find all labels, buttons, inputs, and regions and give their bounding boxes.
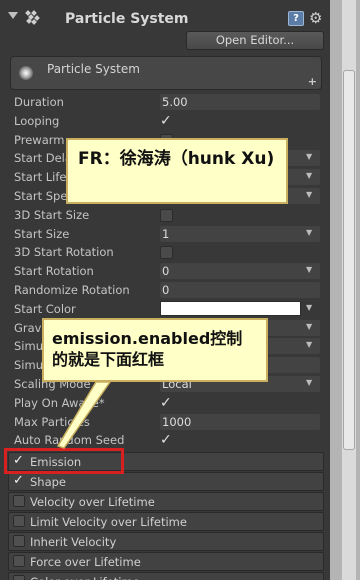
property-value: 0 xyxy=(162,264,170,279)
property-checkbox[interactable] xyxy=(160,208,173,222)
module-checkbox[interactable] xyxy=(13,494,25,507)
help-icon[interactable]: ? xyxy=(288,11,304,26)
property-value: 0 xyxy=(162,282,170,297)
property-label: Looping xyxy=(14,113,60,128)
property-checkbox[interactable]: ✓ xyxy=(160,396,173,410)
property-label: Randomize Rotation xyxy=(14,282,130,297)
property-value: 5.00 xyxy=(162,95,188,109)
property-row: 3D Start Size xyxy=(0,206,330,225)
dropdown-arrow-icon[interactable]: ▼ xyxy=(306,378,312,387)
module-label: Velocity over Lifetime xyxy=(30,494,155,509)
property-label: Start Size xyxy=(14,226,70,241)
dropdown-arrow-icon[interactable]: ▼ xyxy=(306,152,312,161)
property-checkbox[interactable]: ✓ xyxy=(160,114,173,128)
module-label: Force over Lifetime xyxy=(30,554,141,569)
module-checkbox[interactable] xyxy=(13,534,25,547)
system-preview-icon xyxy=(19,66,33,80)
dropdown-arrow-icon[interactable]: ▼ xyxy=(306,228,312,237)
property-row: Start Size 1 ▼ xyxy=(0,225,330,244)
property-row: Max Particles 1000 xyxy=(0,413,330,432)
module-label: Color over Lifetime xyxy=(30,575,140,580)
system-header[interactable]: Particle System + xyxy=(10,56,322,90)
dropdown-arrow-icon[interactable]: ▼ xyxy=(306,171,312,180)
property-row: Looping ✓ xyxy=(0,112,330,131)
module-header-shape[interactable]: ✓ Shape xyxy=(8,471,324,491)
property-label: Duration xyxy=(14,95,64,109)
module-header-force-over-lifetime[interactable]: Force over Lifetime xyxy=(8,551,324,571)
property-label: Start Color xyxy=(14,301,76,316)
module-label: Inherit Velocity xyxy=(30,534,117,549)
property-value-field[interactable]: 5.00 xyxy=(160,94,320,110)
module-header-velocity-over-lifetime[interactable]: Velocity over Lifetime xyxy=(8,491,324,511)
property-checkbox[interactable] xyxy=(160,246,173,260)
dropdown-arrow-icon[interactable]: ▼ xyxy=(306,303,312,312)
component-header[interactable]: Particle System ? ⚙ xyxy=(0,6,330,30)
module-checkbox[interactable] xyxy=(13,574,25,580)
property-value: 1000 xyxy=(162,414,192,429)
system-label: Particle System xyxy=(47,62,140,76)
property-label: Play On Awake* xyxy=(14,395,105,410)
property-value-field[interactable]: 0 xyxy=(160,281,320,298)
particle-system-icon xyxy=(24,9,40,25)
color-swatch[interactable] xyxy=(160,300,301,316)
property-row: Randomize Rotation 0 xyxy=(0,281,330,300)
fold-arrow-icon[interactable] xyxy=(8,12,18,19)
scrollbar-thumb[interactable] xyxy=(343,70,355,450)
module-label: Shape xyxy=(30,474,67,489)
property-row: Start Rotation 0 ▼ xyxy=(0,262,330,281)
dropdown-arrow-icon[interactable]: ▼ xyxy=(306,340,312,349)
author-note: FR：徐海涛（hunk Xu) xyxy=(66,138,288,204)
dropdown-arrow-icon[interactable]: ▼ xyxy=(306,322,312,331)
property-row: Duration 5.00 xyxy=(0,93,330,112)
module-checkbox[interactable]: ✓ xyxy=(13,474,25,487)
module-header-color-over-lifetime[interactable]: Color over Lifetime xyxy=(8,571,324,580)
add-system-button[interactable]: + xyxy=(308,75,317,88)
property-value-field[interactable]: 0 xyxy=(160,263,320,280)
property-label: Max Particles xyxy=(14,414,90,429)
property-label: Start Rotation xyxy=(14,264,94,279)
dropdown-arrow-icon[interactable]: ▼ xyxy=(306,265,312,274)
dropdown-arrow-icon[interactable]: ▼ xyxy=(306,190,312,199)
module-header-inherit-velocity[interactable]: Inherit Velocity xyxy=(8,531,324,551)
property-value-field[interactable]: 1000 xyxy=(160,413,320,430)
property-label: Prewarm xyxy=(14,132,65,147)
open-editor-button[interactable]: Open Editor... xyxy=(186,31,324,50)
property-value-field[interactable]: 1 xyxy=(160,225,320,242)
module-header-limit-velocity-over-lifetime[interactable]: Limit Velocity over Lifetime xyxy=(8,511,324,531)
property-row: 3D Start Rotation xyxy=(0,243,330,262)
component-title: Particle System xyxy=(65,11,189,27)
property-checkbox[interactable]: ✓ xyxy=(160,433,173,447)
property-value: 1 xyxy=(162,226,170,241)
property-label: 3D Start Size xyxy=(14,207,90,222)
window-scrollbar[interactable] xyxy=(330,0,360,580)
module-label: Limit Velocity over Lifetime xyxy=(30,514,187,529)
inspector-panel: Particle System ? ⚙ Open Editor... Parti… xyxy=(0,0,330,580)
property-row: Start Color ▼ xyxy=(0,300,330,319)
module-checkbox[interactable] xyxy=(13,554,25,567)
gear-icon[interactable]: ⚙ xyxy=(309,9,322,27)
emission-highlight-box xyxy=(4,448,124,474)
property-label: 3D Start Rotation xyxy=(14,245,114,260)
property-row: Play On Awake* ✓ xyxy=(0,394,330,413)
module-checkbox[interactable] xyxy=(13,514,25,527)
emission-note: emission.enabled控制的就是下面红框 xyxy=(42,318,268,382)
property-label: Auto Random Seed xyxy=(14,433,125,448)
